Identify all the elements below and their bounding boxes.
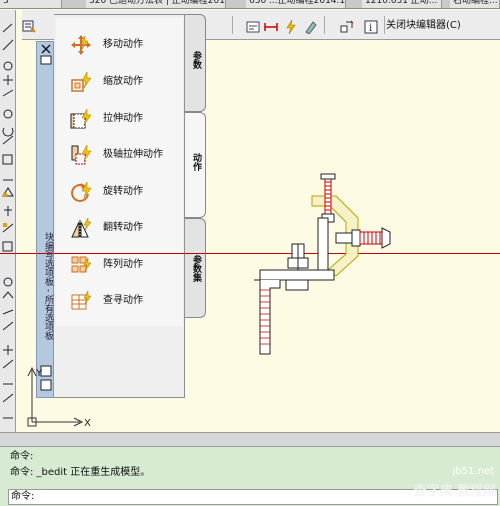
palette-item-flip-action[interactable]: 翻转动作 <box>70 217 180 239</box>
watermark-text: 查字典 教程网 <box>413 484 496 499</box>
svg-text:Y: Y <box>35 368 43 379</box>
draw-tool-icons[interactable] <box>0 10 16 435</box>
close-block-editor-button[interactable]: 关闭块编辑器(C) <box>386 18 461 34</box>
tab-actions[interactable]: 动作 <box>185 112 206 218</box>
palette-item-label: 移动动作 <box>103 39 143 50</box>
scale-action-icon <box>71 71 92 92</box>
palette-item-lookup-action[interactable]: 查寻动作 <box>70 290 180 312</box>
palette-title-bar[interactable]: 块编写选项板 - 所有选项板 <box>36 41 54 398</box>
parameter-set-icon[interactable] <box>304 19 318 35</box>
drawing-geometry <box>254 173 391 355</box>
rotate-action-icon <box>71 181 92 202</box>
document-tabs: 3 320 已运动方法表 | 正动编程2014.1251 630 ...正动编程… <box>0 0 500 9</box>
doc-tab[interactable]: 320 已运动方法表 | 正动编程2014.1251 <box>86 0 226 8</box>
palette-item-polar-stretch-action[interactable]: 极轴拉伸动作 <box>70 144 180 166</box>
palette-title: 块编写选项板 - 所有选项板 <box>43 232 53 340</box>
stretch-action-icon <box>70 108 92 129</box>
palette-item-label: 拉伸动作 <box>103 113 143 124</box>
doc-tab[interactable]: 1210.631 正动... <box>362 0 442 8</box>
tab-parameter-sets[interactable]: 参数集 <box>185 218 206 318</box>
draw-toolbar <box>0 10 16 435</box>
doc-tab[interactable]: 右动编程... <box>450 0 500 8</box>
lookup-action-icon <box>71 290 92 310</box>
flip-action-icon <box>71 217 92 238</box>
command-prompt: 命令: <box>11 491 35 502</box>
info-icon[interactable]: i <box>364 19 378 34</box>
array-action-icon <box>71 256 92 273</box>
palette-item-label: 翻转动作 <box>103 222 143 233</box>
palette-item-label: 查寻动作 <box>103 295 143 306</box>
palette-content <box>56 18 183 326</box>
palette-item-label: 旋转动作 <box>103 186 143 197</box>
command-history-line: 命令: <box>10 451 34 462</box>
svg-text:X: X <box>84 418 91 429</box>
ucs-icon: Y X <box>27 366 91 429</box>
block-editor-icon[interactable] <box>22 18 36 33</box>
palette-item-stretch-action[interactable]: 拉伸动作 <box>70 108 180 130</box>
define-attribute-icon[interactable] <box>246 19 260 33</box>
visibility-icon[interactable] <box>340 19 354 33</box>
doc-tab[interactable]: 3 <box>0 0 62 8</box>
move-action-icon <box>71 35 91 55</box>
palette-item-move-action[interactable]: 移动动作 <box>70 34 180 56</box>
palette-item-label: 缩放动作 <box>103 76 143 87</box>
palette-item-scale-action[interactable]: 缩放动作 <box>70 71 180 93</box>
palette-item-label: 阵列动作 <box>103 259 143 270</box>
doc-tab[interactable]: 630 ...正动编程2014.1251 <box>246 0 346 8</box>
command-history-line: 命令: _bedit 正在重生成模型。 <box>10 467 151 478</box>
action-icon[interactable] <box>284 19 298 35</box>
palette-item-rotate-action[interactable]: 旋转动作 <box>70 181 180 203</box>
palette-item-label: 极轴拉伸动作 <box>103 149 163 160</box>
polar-stretch-action-icon <box>71 144 92 165</box>
autohide-icon[interactable] <box>38 54 54 66</box>
parameter-icon[interactable] <box>264 19 278 33</box>
tab-parameters[interactable]: 参数 <box>185 14 206 112</box>
block-editor-screen: { "doc_tabs": ["3", "320 已运动方法表 | 正动编程20… <box>0 0 500 506</box>
watermark-site: jb51.net <box>452 466 494 477</box>
palette-item-array-action[interactable]: 阵列动作 <box>70 254 180 276</box>
svg-text:i: i <box>369 23 372 34</box>
horizontal-scrollbar[interactable] <box>0 432 500 446</box>
